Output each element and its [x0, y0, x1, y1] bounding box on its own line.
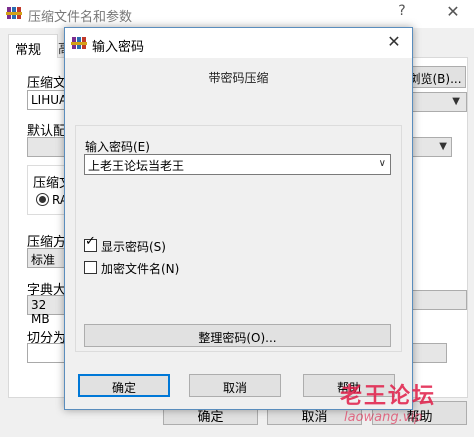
update-mode-combo[interactable]: ▼: [405, 92, 467, 112]
encrypt-filenames-checkbox[interactable]: [84, 261, 97, 274]
browse-button[interactable]: 浏览(B)...: [404, 66, 466, 88]
winrar-books-icon: [71, 37, 87, 49]
dialog-heading: 带密码压缩: [208, 71, 269, 85]
radio-dot-icon: [39, 196, 46, 203]
watermark-text: 老王论坛: [340, 383, 437, 409]
checkmark-icon: ✓: [85, 234, 96, 249]
bg-window-title: 压缩文件名和参数: [28, 10, 133, 25]
split-field[interactable]: [27, 343, 67, 363]
help-icon[interactable]: ?: [392, 3, 412, 19]
dict-combo[interactable]: 32 MB: [27, 295, 67, 326]
encrypt-filenames-label: 加密文件名(N): [101, 262, 180, 276]
method-combo[interactable]: 标准: [27, 248, 67, 268]
winrar-books-icon: [6, 7, 22, 19]
dialog-title: 输入密码: [92, 40, 145, 55]
close-icon[interactable]: ✕: [442, 2, 464, 21]
close-icon[interactable]: ✕: [383, 32, 405, 51]
archive-name-field[interactable]: LIHUA: [27, 90, 67, 110]
ok-button[interactable]: 确定: [78, 374, 170, 397]
password-label: 输入密码(E): [85, 140, 150, 154]
password-input[interactable]: 上老王论坛当老王 ∨: [84, 154, 391, 175]
watermark-url: laowang.vip: [344, 410, 423, 425]
chevron-down-icon[interactable]: ∨: [379, 158, 386, 169]
chevron-down-icon: ▼: [452, 96, 460, 107]
organize-passwords-button[interactable]: 整理密码(O)...: [84, 324, 391, 347]
tab-general[interactable]: 常规: [8, 34, 58, 59]
password-dialog: 输入密码 ✕ 带密码压缩 输入密码(E) 上老王论坛当老王 ∨ ✓ 显示密码(S…: [64, 27, 413, 410]
options-field[interactable]: [405, 290, 467, 310]
cancel-button[interactable]: 取消: [189, 374, 281, 397]
profiles-button[interactable]: [27, 137, 67, 157]
password-value: 上老王论坛当老王: [88, 159, 185, 173]
chevron-down-icon: ▼: [439, 141, 447, 152]
show-password-label: 显示密码(S): [101, 240, 166, 254]
